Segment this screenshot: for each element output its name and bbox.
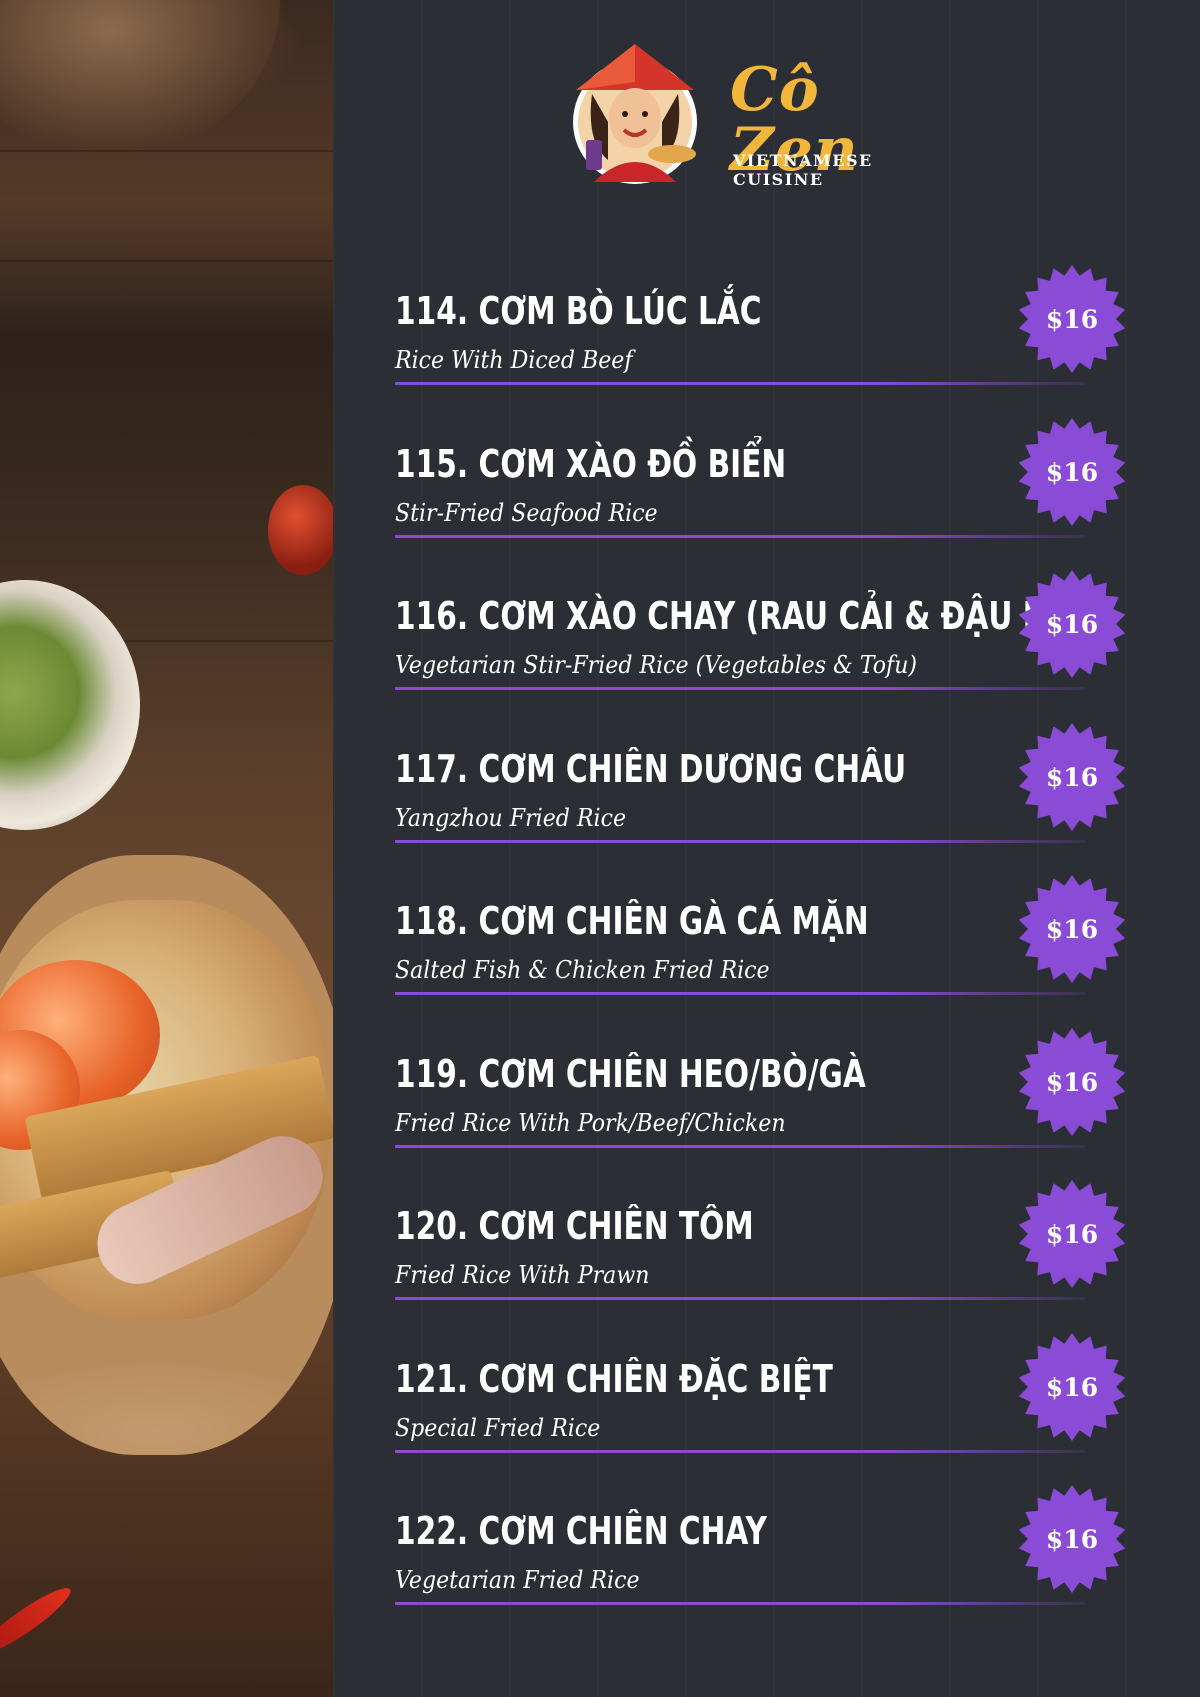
chef-mascot-icon bbox=[573, 44, 697, 184]
price-badge: $16 bbox=[1017, 1027, 1127, 1137]
menu-item-divider bbox=[395, 535, 1085, 538]
price-badge: $16 bbox=[1017, 264, 1127, 374]
menu-item-title: 114. CƠM BÒ LÚC LẮC bbox=[395, 289, 762, 333]
menu-item-subtitle: Rice With Diced Beef bbox=[395, 346, 633, 374]
tomato-image bbox=[268, 485, 333, 575]
menu-item: 114. CƠM BÒ LÚC LẮC Rice With Diced Beef… bbox=[395, 265, 1135, 412]
price-badge: $16 bbox=[1017, 874, 1127, 984]
menu-item-subtitle: Salted Fish & Chicken Fried Rice bbox=[395, 956, 770, 984]
menu-item-subtitle: Vegetarian Stir-Fried Rice (Vegetables &… bbox=[395, 651, 918, 679]
menu-item-price: $16 bbox=[1045, 762, 1099, 792]
menu-item-price: $16 bbox=[1045, 1372, 1099, 1402]
menu-item-divider bbox=[395, 1145, 1085, 1148]
menu-item-title: 121. CƠM CHIÊN ĐẶC BIỆT bbox=[395, 1357, 833, 1401]
menu-item-title: 120. CƠM CHIÊN TÔM bbox=[395, 1204, 754, 1248]
price-badge: $16 bbox=[1017, 722, 1127, 832]
food-photo bbox=[0, 0, 333, 1697]
menu-item-title: 116. CƠM XÀO CHAY (RAU CẢI & ĐẬU HŨ) bbox=[395, 594, 1086, 638]
menu-item-subtitle: Special Fried Rice bbox=[395, 1414, 601, 1442]
menu-item-subtitle: Yangzhou Fried Rice bbox=[395, 804, 627, 832]
menu-item-divider bbox=[395, 1450, 1085, 1453]
menu-item-price: $16 bbox=[1045, 609, 1099, 639]
price-badge: $16 bbox=[1017, 1332, 1127, 1442]
menu-item: 122. CƠM CHIÊN CHAY Vegetarian Fried Ric… bbox=[395, 1485, 1135, 1632]
brand-logo: Cô Zen VIETNAMESE CUISINE bbox=[572, 42, 952, 192]
price-badge: $16 bbox=[1017, 1484, 1127, 1594]
menu-item-subtitle: Vegetarian Fried Rice bbox=[395, 1566, 640, 1594]
menu-item-divider bbox=[395, 1297, 1085, 1300]
chili-pepper-image bbox=[0, 1580, 77, 1662]
menu-item: 120. CƠM CHIÊN TÔM Fried Rice With Prawn… bbox=[395, 1180, 1135, 1327]
menu-item-title: 117. CƠM CHIÊN DƯƠNG CHÂU bbox=[395, 747, 907, 791]
price-badge: $16 bbox=[1017, 1179, 1127, 1289]
mushroom-bowl-image bbox=[0, 0, 280, 150]
menu-item-price: $16 bbox=[1045, 304, 1099, 334]
menu-item-price: $16 bbox=[1045, 1067, 1099, 1097]
menu-item-price: $16 bbox=[1045, 457, 1099, 487]
menu-item-subtitle: Fried Rice With Prawn bbox=[395, 1261, 650, 1289]
menu-item-divider bbox=[395, 1602, 1085, 1605]
menu-item: 119. CƠM CHIÊN HEO/BÒ/GÀ Fried Rice With… bbox=[395, 1028, 1135, 1175]
menu-item-divider bbox=[395, 992, 1085, 995]
menu-item-divider bbox=[395, 382, 1085, 385]
menu-item: 117. CƠM CHIÊN DƯƠNG CHÂU Yangzhou Fried… bbox=[395, 723, 1135, 870]
menu-item: 118. CƠM CHIÊN GÀ CÁ MẶN Salted Fish & C… bbox=[395, 875, 1135, 1022]
menu-item: 121. CƠM CHIÊN ĐẶC BIỆT Special Fried Ri… bbox=[395, 1333, 1135, 1480]
menu-item-title: 118. CƠM CHIÊN GÀ CÁ MẶN bbox=[395, 899, 869, 943]
price-badge: $16 bbox=[1017, 417, 1127, 527]
menu-item-divider bbox=[395, 840, 1085, 843]
menu-item-divider bbox=[395, 687, 1085, 690]
menu-item-title: 119. CƠM CHIÊN HEO/BÒ/GÀ bbox=[395, 1052, 866, 1096]
salad-plate-image bbox=[0, 580, 140, 830]
table-plank bbox=[0, 150, 333, 152]
table-plank bbox=[0, 260, 333, 262]
menu-item-price: $16 bbox=[1045, 1219, 1099, 1249]
menu-item-subtitle: Fried Rice With Pork/Beef/Chicken bbox=[395, 1109, 786, 1137]
price-badge: $16 bbox=[1017, 569, 1127, 679]
brand-tagline: VIETNAMESE CUISINE bbox=[733, 151, 873, 189]
menu-item-subtitle: Stir-Fried Seafood Rice bbox=[395, 499, 658, 527]
menu-item-title: 115. CƠM XÀO ĐỒ BIỂN bbox=[395, 442, 787, 486]
menu-item-price: $16 bbox=[1045, 914, 1099, 944]
menu-item-price: $16 bbox=[1045, 1524, 1099, 1554]
menu-item: 116. CƠM XÀO CHAY (RAU CẢI & ĐẬU HŨ) Veg… bbox=[395, 570, 1135, 717]
menu-item-title: 122. CƠM CHIÊN CHAY bbox=[395, 1509, 767, 1553]
menu-item: 115. CƠM XÀO ĐỒ BIỂN Stir-Fried Seafood … bbox=[395, 418, 1135, 565]
